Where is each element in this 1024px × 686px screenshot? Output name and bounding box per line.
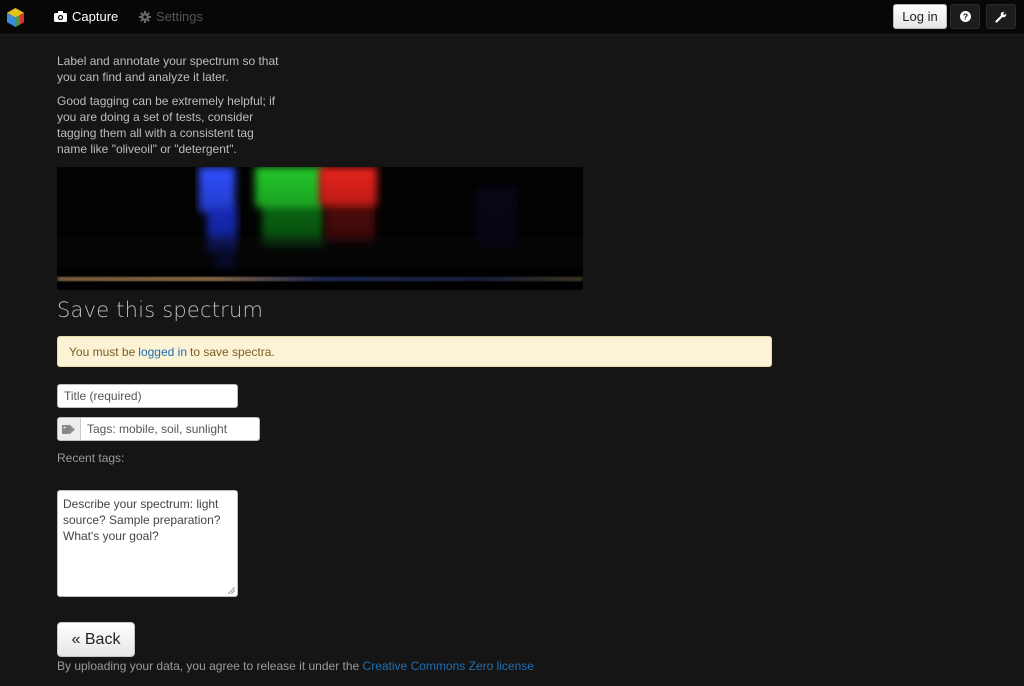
footer-text: By uploading your data, you agree to rel… — [57, 659, 360, 673]
intro-paragraph-2: Good tagging can be extremely helpful; i… — [57, 94, 276, 156]
tools-button[interactable] — [986, 4, 1016, 29]
nav-settings-label: Settings — [156, 9, 203, 24]
question-icon: ? — [959, 11, 971, 22]
spectrum-graphic — [57, 167, 583, 290]
title-input[interactable]: Title (required) — [57, 384, 238, 408]
alert-prefix: You must be — [69, 344, 136, 359]
gear-icon — [139, 10, 151, 23]
cube-logo-icon[interactable] — [7, 8, 24, 27]
nav-settings[interactable]: Settings — [139, 9, 203, 24]
alert-suffix: to save spectra. — [190, 344, 275, 359]
intro-paragraph-1: Label and annotate your spectrum so that… — [57, 54, 279, 84]
tags-icon — [62, 424, 75, 434]
tags-input[interactable]: Tags: mobile, soil, sunlight — [81, 418, 259, 440]
resize-grip-icon[interactable] — [228, 587, 235, 594]
login-alert: You must be logged in to save spectra. — [57, 336, 772, 367]
intro-text: Label and annotate your spectrum so that… — [57, 53, 282, 165]
description-textarea[interactable]: Describe your spectrum: light source? Sa… — [57, 490, 238, 597]
tags-field-group[interactable]: Tags: mobile, soil, sunlight — [57, 417, 260, 441]
camera-icon — [54, 11, 67, 22]
recent-tags-label: Recent tags: — [57, 451, 125, 465]
license-link[interactable]: Creative Commons Zero license — [363, 659, 534, 673]
nav-capture-label: Capture — [72, 9, 119, 24]
top-navbar: Capture Settings Log in ? — [0, 0, 1024, 35]
tags-addon — [58, 418, 81, 440]
wrench-icon — [995, 11, 1007, 23]
description-placeholder: Describe your spectrum: light source? Sa… — [63, 497, 221, 543]
save-heading: Save this spectrum — [57, 298, 264, 322]
back-button[interactable]: « Back — [57, 622, 135, 657]
svg-text:?: ? — [962, 12, 967, 22]
license-footer: By uploading your data, you agree to rel… — [57, 659, 534, 673]
nav-capture[interactable]: Capture — [54, 9, 118, 24]
spectrum-image — [57, 167, 583, 290]
login-button[interactable]: Log in — [893, 4, 947, 29]
logged-in-link[interactable]: logged in — [138, 345, 187, 359]
help-button[interactable]: ? — [950, 4, 980, 29]
